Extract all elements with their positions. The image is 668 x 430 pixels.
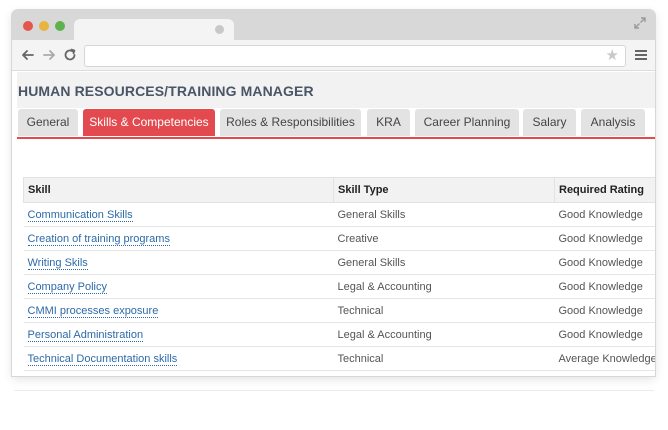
zoom-window-button[interactable] (55, 21, 65, 31)
skill-link[interactable]: Writing Skils (27, 256, 88, 270)
reload-icon[interactable] (62, 47, 78, 63)
skills-table-container: Skill Skill Type Required Rating Communi… (23, 177, 655, 376)
browser-tab[interactable] (74, 19, 234, 40)
tab-career-planning[interactable]: Career Planning (415, 109, 519, 136)
required-rating-cell: Good Knowledge (554, 202, 655, 227)
skill-type-cell: General Skills (333, 202, 555, 227)
tab-skills-competencies[interactable]: Skills & Competencies (83, 109, 215, 136)
table-row: CMMI processes exposure Technical Good K… (23, 298, 655, 323)
browser-toolbar: ★ (12, 40, 655, 71)
required-rating-cell: Good Knowledge (554, 226, 655, 251)
tab-general[interactable]: General (18, 109, 78, 136)
title-bar (12, 10, 655, 40)
skill-link[interactable]: CMMI processes exposure (27, 304, 159, 318)
skill-type-cell: General Skills (333, 250, 555, 275)
page-title: HUMAN RESOURCES/TRAINING MANAGER (18, 83, 314, 99)
required-rating-cell: Good Knowledge (554, 250, 655, 275)
close-window-button[interactable] (23, 21, 33, 31)
skill-link[interactable]: Personal Administration (27, 328, 144, 342)
browser-window: ★ HUMAN RESOURCES/TRAINING MANAGER Gener… (12, 10, 655, 376)
menu-icon[interactable] (635, 48, 647, 62)
skill-link[interactable]: Company Policy (27, 280, 107, 294)
page-content: HUMAN RESOURCES/TRAINING MANAGER General… (12, 71, 655, 376)
skill-type-cell: Creative (333, 226, 555, 251)
address-bar[interactable]: ★ (84, 45, 626, 67)
table-row: Writing Skils General Skills Good Knowle… (23, 250, 655, 275)
skill-link[interactable]: Technical Documentation skills (27, 352, 178, 366)
skills-table: Skill Skill Type Required Rating Communi… (23, 177, 655, 371)
table-header-row: Skill Skill Type Required Rating (23, 177, 655, 203)
table-row: Creation of training programs Creative G… (23, 226, 655, 251)
skill-type-cell: Technical (333, 346, 555, 371)
skill-type-cell: Technical (333, 298, 555, 323)
minimize-window-button[interactable] (39, 21, 49, 31)
heading-bar: HUMAN RESOURCES/TRAINING MANAGER (17, 72, 655, 108)
window-reflection (14, 390, 654, 391)
star-icon[interactable]: ★ (606, 47, 619, 65)
column-header-skill[interactable]: Skill (23, 177, 334, 203)
skill-type-cell: Legal & Accounting (333, 274, 555, 299)
back-arrow-icon[interactable] (20, 47, 36, 63)
forward-arrow-icon[interactable] (41, 47, 57, 63)
tab-kra[interactable]: KRA (367, 109, 410, 136)
table-row: Technical Documentation skills Technical… (23, 346, 655, 371)
tab-salary[interactable]: Salary (523, 109, 576, 136)
tab-roles-responsibilities[interactable]: Roles & Responsibilities (220, 109, 361, 136)
tab-bar: General Skills & Competencies Roles & Re… (17, 108, 655, 139)
skill-link[interactable]: Communication Skills (27, 208, 133, 222)
tab-close-icon[interactable] (215, 25, 224, 34)
required-rating-cell: Good Knowledge (554, 298, 655, 323)
skill-type-cell: Legal & Accounting (333, 322, 555, 347)
table-row: Communication Skills General Skills Good… (23, 202, 655, 227)
table-row: Company Policy Legal & Accounting Good K… (23, 274, 655, 299)
table-row: Personal Administration Legal & Accounti… (23, 322, 655, 347)
required-rating-cell: Good Knowledge (554, 322, 655, 347)
column-header-skill-type[interactable]: Skill Type (333, 177, 555, 203)
required-rating-cell: Good Knowledge (554, 274, 655, 299)
expand-icon[interactable] (633, 16, 647, 30)
column-header-required-rating[interactable]: Required Rating (554, 177, 655, 203)
tab-analysis[interactable]: Analysis (581, 109, 645, 136)
skill-link[interactable]: Creation of training programs (27, 232, 170, 246)
required-rating-cell: Average Knowledge (554, 346, 655, 371)
